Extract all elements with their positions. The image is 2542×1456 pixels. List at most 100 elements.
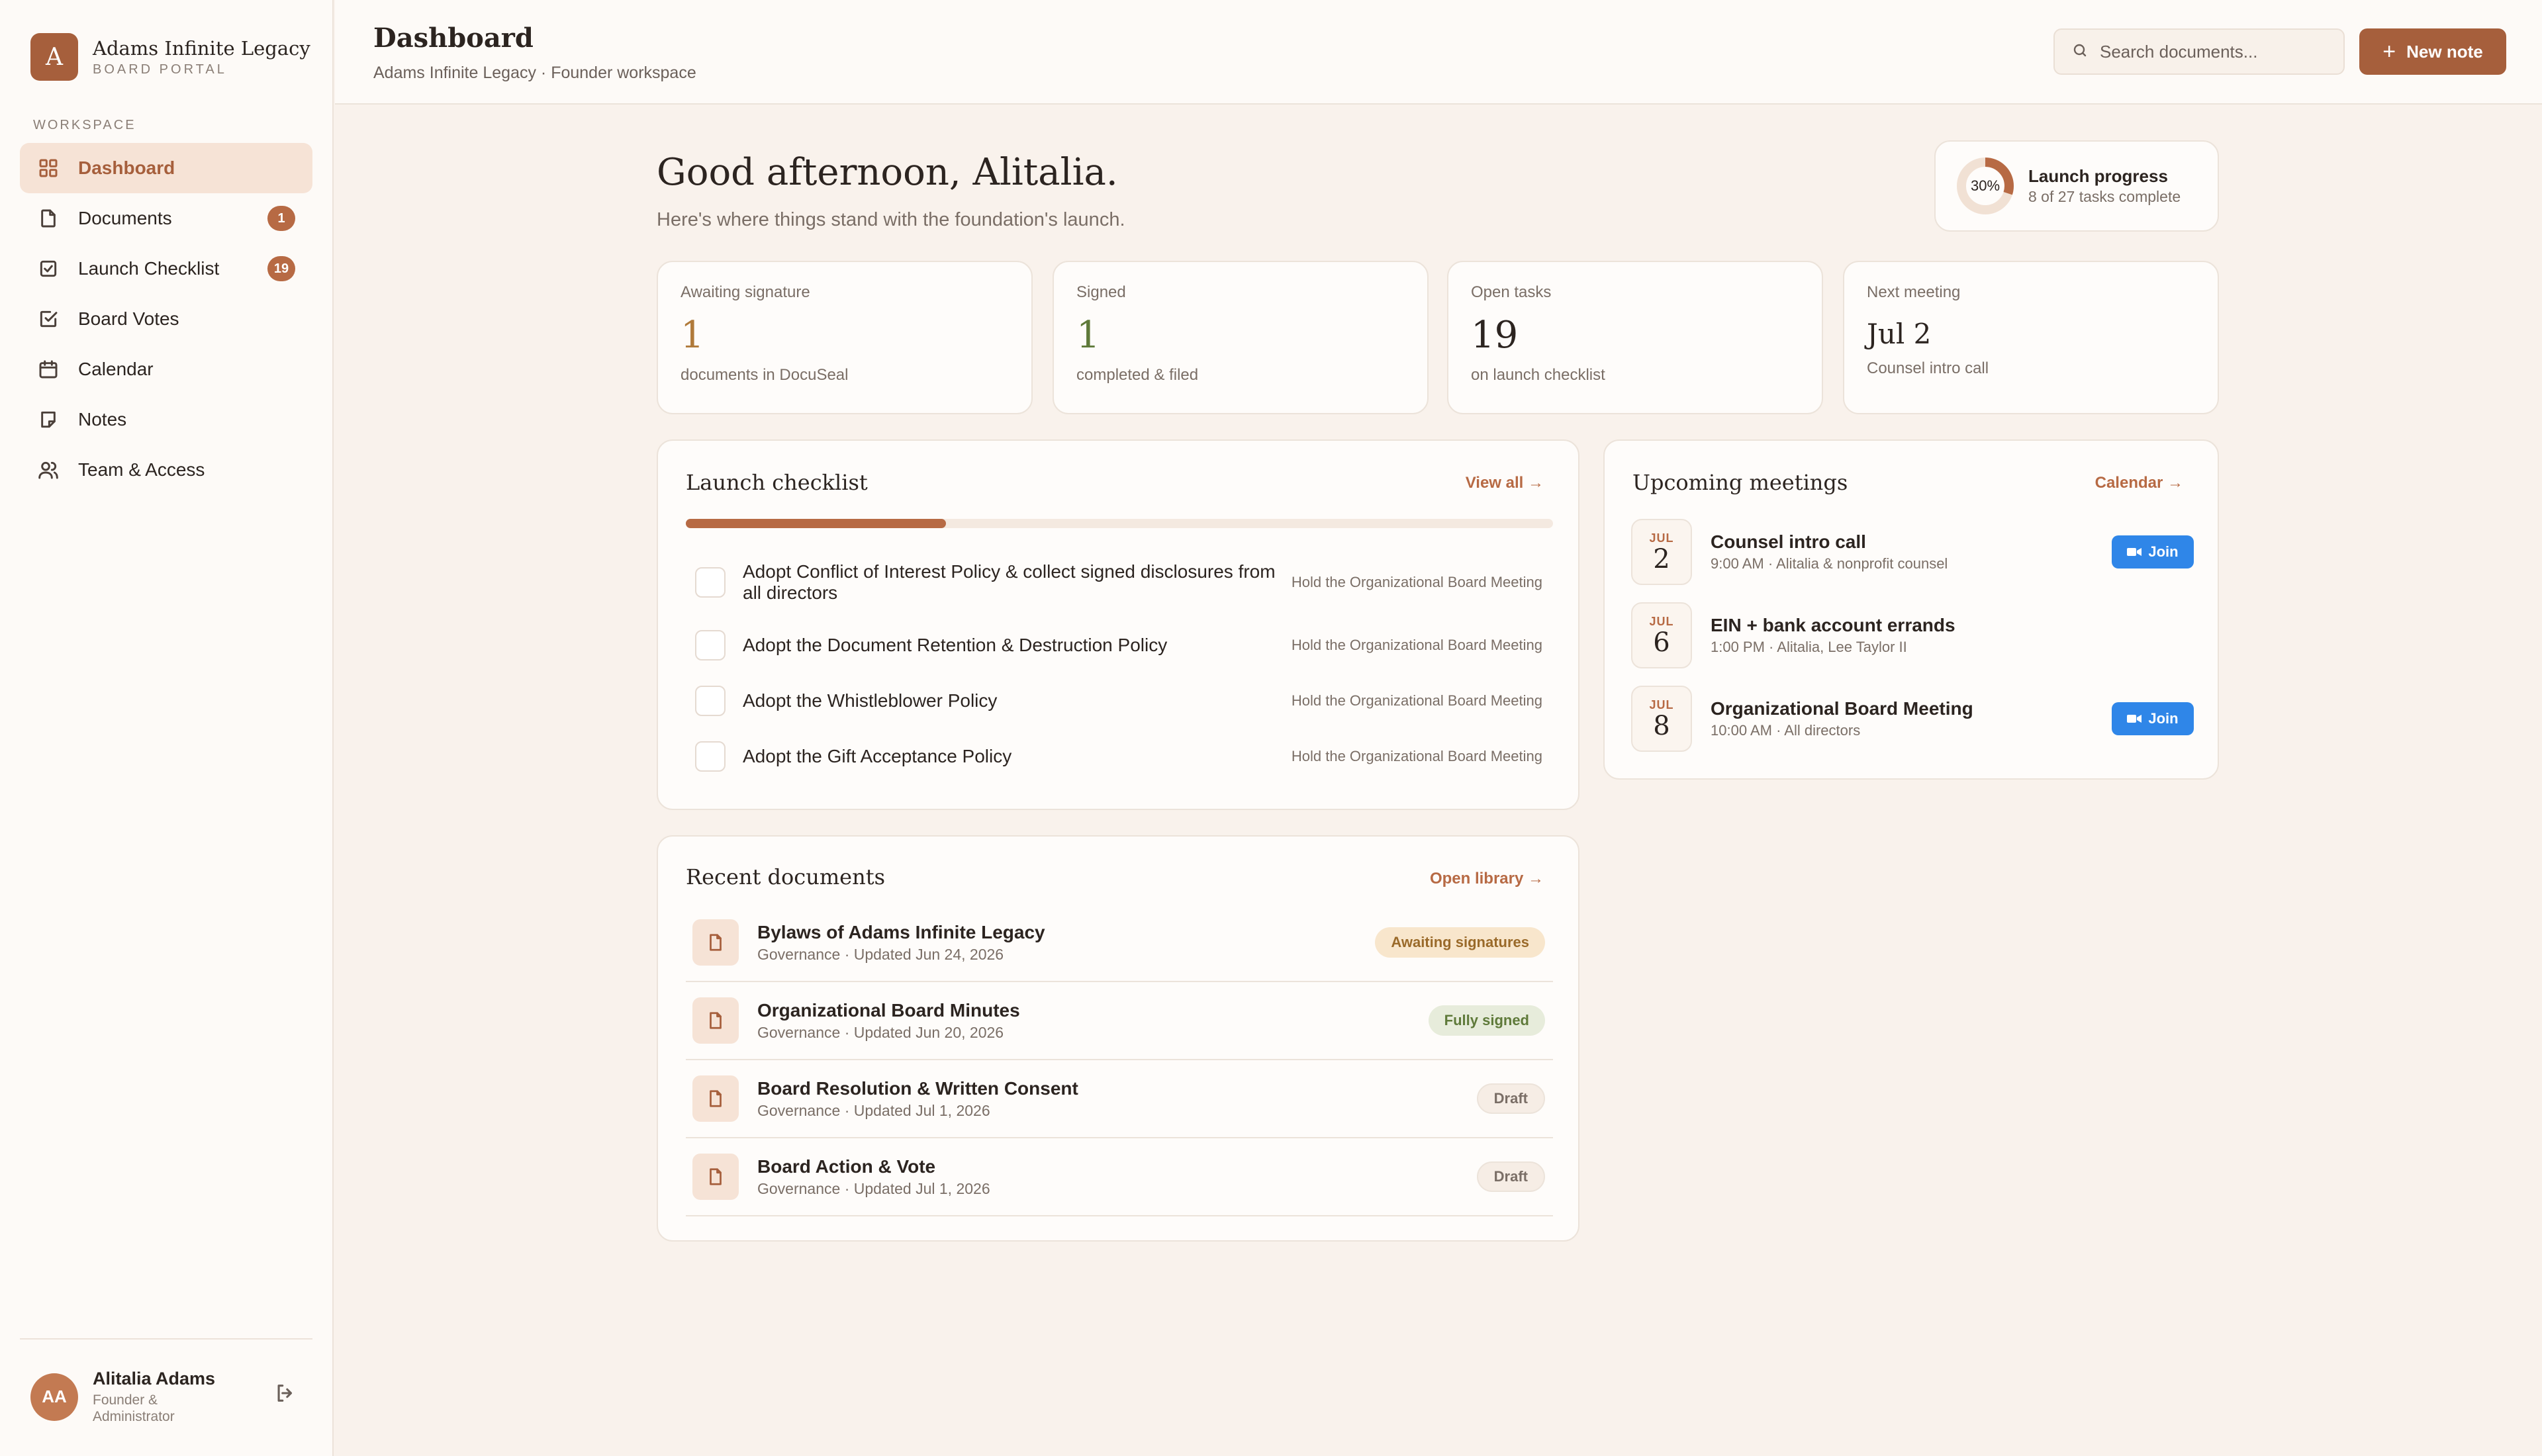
meeting-item[interactable]: JUL 8 Organizational Board Meeting 10:00… <box>1631 684 2194 753</box>
checklist-progress-fill <box>686 519 946 528</box>
page-subtitle: Adams Infinite Legacy · Founder workspac… <box>373 64 696 82</box>
status-badge: Draft <box>1476 1161 1545 1192</box>
calendar-link[interactable]: Calendar → <box>2095 474 2183 492</box>
sidebar-item-launch-checklist[interactable]: Launch Checklist 19 <box>20 244 312 294</box>
sidebar-item-label: Documents <box>78 208 172 228</box>
top-header: Dashboard Adams Infinite Legacy · Founde… <box>335 0 2542 105</box>
progress-percent: 30% <box>1970 177 2001 194</box>
sidebar-item-label: Dashboard <box>78 158 175 178</box>
progress-ring: 30% <box>1955 156 2015 216</box>
task-text: Adopt the Gift Acceptance Policy <box>743 746 1012 766</box>
user-role: Founder & Administrator <box>93 1392 175 1424</box>
sidebar-nav: Dashboard Documents 1 Launch Checklist 1… <box>20 143 312 495</box>
calendar-icon <box>37 358 60 381</box>
sidebar-item-label: Board Votes <box>78 308 179 329</box>
status-badge: Awaiting signatures <box>1375 927 1545 958</box>
search-box <box>2053 28 2345 75</box>
sidebar-item-dashboard[interactable]: Dashboard <box>20 143 312 193</box>
sidebar-item-team-access[interactable]: Team & Access <box>20 445 312 495</box>
view-all-link[interactable]: View all → <box>1466 474 1544 492</box>
new-note-button[interactable]: + New note <box>2359 28 2506 75</box>
grid-icon <box>37 157 60 179</box>
document-icon <box>692 1075 739 1122</box>
join-button[interactable]: Join <box>2112 702 2194 735</box>
sidebar-section-label: WORKSPACE <box>33 118 136 132</box>
task-text: Adopt the Document Retention & Destructi… <box>743 635 1168 655</box>
sidebar-item-notes[interactable]: Notes <box>20 394 312 445</box>
user-card: AA Alitalia Adams Founder & Administrato… <box>30 1369 308 1425</box>
sidebar: A Adams Infinite Legacy BOARD PORTAL WOR… <box>0 0 334 1456</box>
avatar[interactable]: AA <box>30 1373 78 1421</box>
upcoming-meetings-card: Upcoming meetings Calendar → JUL 2 Couns… <box>1603 439 2219 780</box>
sidebar-divider <box>20 1338 312 1340</box>
stat-card-signed[interactable]: Signed 1 completed & filed <box>1053 261 1429 414</box>
date-badge: JUL 6 <box>1631 602 1692 668</box>
task-checkbox[interactable] <box>695 686 726 716</box>
sidebar-item-label: Team & Access <box>78 459 205 480</box>
document-icon <box>692 919 739 966</box>
stat-value: Jul 2 <box>1867 318 1932 350</box>
search-input[interactable] <box>2100 41 2338 62</box>
stat-card-awaiting[interactable]: Awaiting signature 1 documents in DocuSe… <box>657 261 1033 414</box>
document-icon <box>692 1154 739 1200</box>
date-day: 6 <box>1653 627 1670 658</box>
stat-caption: Counsel intro call <box>1867 359 1989 377</box>
join-label: Join <box>2148 543 2179 560</box>
documents-title: Recent documents <box>686 864 885 889</box>
launch-checklist-card: Launch checklist View all → Adopt Confli… <box>657 439 1579 810</box>
status-badge: Draft <box>1476 1083 1545 1114</box>
checklist-item: Adopt the Whistleblower Policy Hold the … <box>695 686 1549 716</box>
stat-card-next-meeting[interactable]: Next meeting Jul 2 Counsel intro call <box>1843 261 2219 414</box>
date-badge: JUL 8 <box>1631 686 1692 752</box>
checklist-progress-bar <box>686 519 1553 528</box>
task-checkbox[interactable] <box>695 630 726 660</box>
sidebar-item-calendar[interactable]: Calendar <box>20 344 312 394</box>
meeting-details: 10:00 AM · All directors <box>1711 722 1861 739</box>
document-row[interactable]: Board Action & Vote Governance · Updated… <box>686 1138 1553 1216</box>
user-name: Alitalia Adams <box>93 1369 216 1388</box>
meetings-title: Upcoming meetings <box>1632 470 1848 495</box>
meeting-item[interactable]: JUL 2 Counsel intro call 9:00 AM · Alita… <box>1631 518 2194 586</box>
date-month: JUL <box>1649 698 1674 711</box>
stat-value: 1 <box>681 314 704 357</box>
sidebar-item-board-votes[interactable]: Board Votes <box>20 294 312 344</box>
meeting-title: Organizational Board Meeting <box>1711 698 1973 719</box>
count-badge: 1 <box>267 206 295 231</box>
date-day: 8 <box>1653 710 1670 741</box>
join-button[interactable]: Join <box>2112 535 2194 569</box>
stat-label: Signed <box>1076 283 1126 301</box>
stat-label: Next meeting <box>1867 283 1961 301</box>
checklist-title: Launch checklist <box>686 470 868 495</box>
open-library-link[interactable]: Open library → <box>1430 870 1544 888</box>
document-row[interactable]: Board Resolution & Written Consent Gover… <box>686 1060 1553 1138</box>
meeting-title: EIN + bank account errands <box>1711 615 1955 635</box>
task-checkbox[interactable] <box>695 741 726 772</box>
sidebar-item-documents[interactable]: Documents 1 <box>20 193 312 244</box>
task-text: Adopt Conflict of Interest Policy & coll… <box>743 561 1276 603</box>
stat-card-open-tasks[interactable]: Open tasks 19 on launch checklist <box>1447 261 1823 414</box>
task-tag: Hold the Organizational Board Meeting <box>1291 692 1542 709</box>
brand[interactable]: A Adams Infinite Legacy BOARD PORTAL <box>30 33 310 81</box>
stat-label: Open tasks <box>1471 283 1552 301</box>
document-meta: Governance · Updated Jul 1, 2026 <box>757 1101 990 1119</box>
meeting-item[interactable]: JUL 6 EIN + bank account errands 1:00 PM… <box>1631 601 2194 670</box>
document-row[interactable]: Bylaws of Adams Infinite Legacy Governan… <box>686 904 1553 982</box>
checkbox-icon <box>37 257 60 280</box>
stat-caption: on launch checklist <box>1471 366 1605 384</box>
video-icon <box>2127 548 2142 556</box>
task-tag: Hold the Organizational Board Meeting <box>1291 637 1542 653</box>
document-title: Board Action & Vote <box>757 1156 936 1177</box>
plus-icon: + <box>2382 38 2396 64</box>
task-checkbox[interactable] <box>695 567 726 598</box>
document-row[interactable]: Organizational Board Minutes Governance … <box>686 982 1553 1060</box>
date-month: JUL <box>1649 531 1674 545</box>
task-tag: Hold the Organizational Board Meeting <box>1291 748 1542 764</box>
launch-progress-card[interactable]: 30% Launch progress 8 of 27 tasks comple… <box>1934 140 2219 232</box>
sidebar-item-label: Calendar <box>78 359 154 379</box>
logout-icon[interactable] <box>274 1382 297 1408</box>
meeting-title: Counsel intro call <box>1711 531 1866 552</box>
date-badge: JUL 2 <box>1631 519 1692 585</box>
document-title: Board Resolution & Written Consent <box>757 1077 1078 1099</box>
users-icon <box>37 459 60 481</box>
stat-value: 1 <box>1076 314 1100 357</box>
